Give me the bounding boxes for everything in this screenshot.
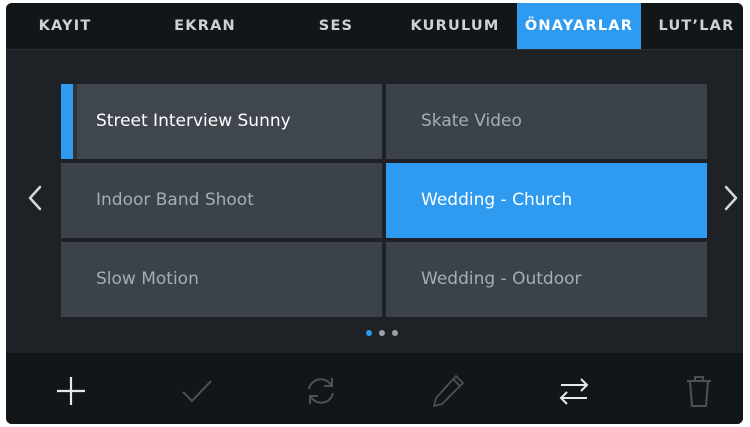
chevron-right-icon — [724, 185, 738, 211]
tab-bar: KAYIT EKRAN SES KURULUM ÖNAYARLAR LUT’LA… — [6, 3, 743, 49]
preset-wedding-outdoor[interactable]: Wedding - Outdoor — [386, 242, 707, 317]
import-export-button[interactable] — [554, 371, 594, 411]
trash-icon — [687, 376, 711, 407]
page-dot-1[interactable] — [366, 330, 372, 336]
tab-ekran[interactable]: EKRAN — [146, 3, 264, 49]
plus-icon — [57, 377, 85, 405]
preset-label: Street Interview Sunny — [96, 111, 291, 131]
focus-indicator-gap — [73, 84, 77, 159]
preset-label: Wedding - Church — [421, 190, 573, 210]
rename-preset-button[interactable] — [429, 371, 469, 411]
preset-indoor-band-shoot[interactable]: Indoor Band Shoot — [61, 163, 382, 238]
preset-wedding-church[interactable]: Wedding - Church — [386, 163, 707, 238]
action-toolbar — [6, 353, 743, 424]
presets-screen: KAYIT EKRAN SES KURULUM ÖNAYARLAR LUT’LA… — [6, 3, 743, 424]
page-indicator — [366, 330, 406, 342]
focus-indicator — [61, 84, 73, 159]
tab-ses[interactable]: SES — [291, 3, 381, 49]
tab-kayit[interactable]: KAYIT — [6, 3, 124, 49]
preset-label: Wedding - Outdoor — [421, 269, 582, 289]
chevron-left-icon — [28, 185, 42, 211]
preset-label: Slow Motion — [96, 269, 199, 289]
tab-onayarlar[interactable]: ÖNAYARLAR — [517, 3, 641, 49]
delete-preset-button[interactable] — [679, 371, 719, 411]
check-icon — [182, 380, 212, 403]
load-preset-button[interactable] — [177, 371, 217, 411]
tab-luts[interactable]: LUT’LAR — [650, 3, 743, 49]
preset-label: Skate Video — [421, 111, 522, 131]
preset-street-interview-sunny[interactable]: Street Interview Sunny — [61, 84, 382, 159]
refresh-icon — [308, 378, 334, 404]
update-preset-button[interactable] — [301, 371, 341, 411]
preset-slow-motion[interactable]: Slow Motion — [61, 242, 382, 317]
page-dot-2[interactable] — [379, 330, 385, 336]
next-page-arrow[interactable] — [716, 163, 743, 233]
pencil-icon — [433, 375, 464, 407]
preset-skate-video[interactable]: Skate Video — [386, 84, 707, 159]
swap-arrows-icon — [559, 378, 589, 405]
tab-kurulum[interactable]: KURULUM — [402, 3, 508, 49]
add-preset-button[interactable] — [51, 371, 91, 411]
divider — [6, 49, 743, 50]
page-dot-3[interactable] — [392, 330, 398, 336]
preset-label: Indoor Band Shoot — [96, 190, 254, 210]
previous-page-arrow[interactable] — [20, 163, 50, 233]
